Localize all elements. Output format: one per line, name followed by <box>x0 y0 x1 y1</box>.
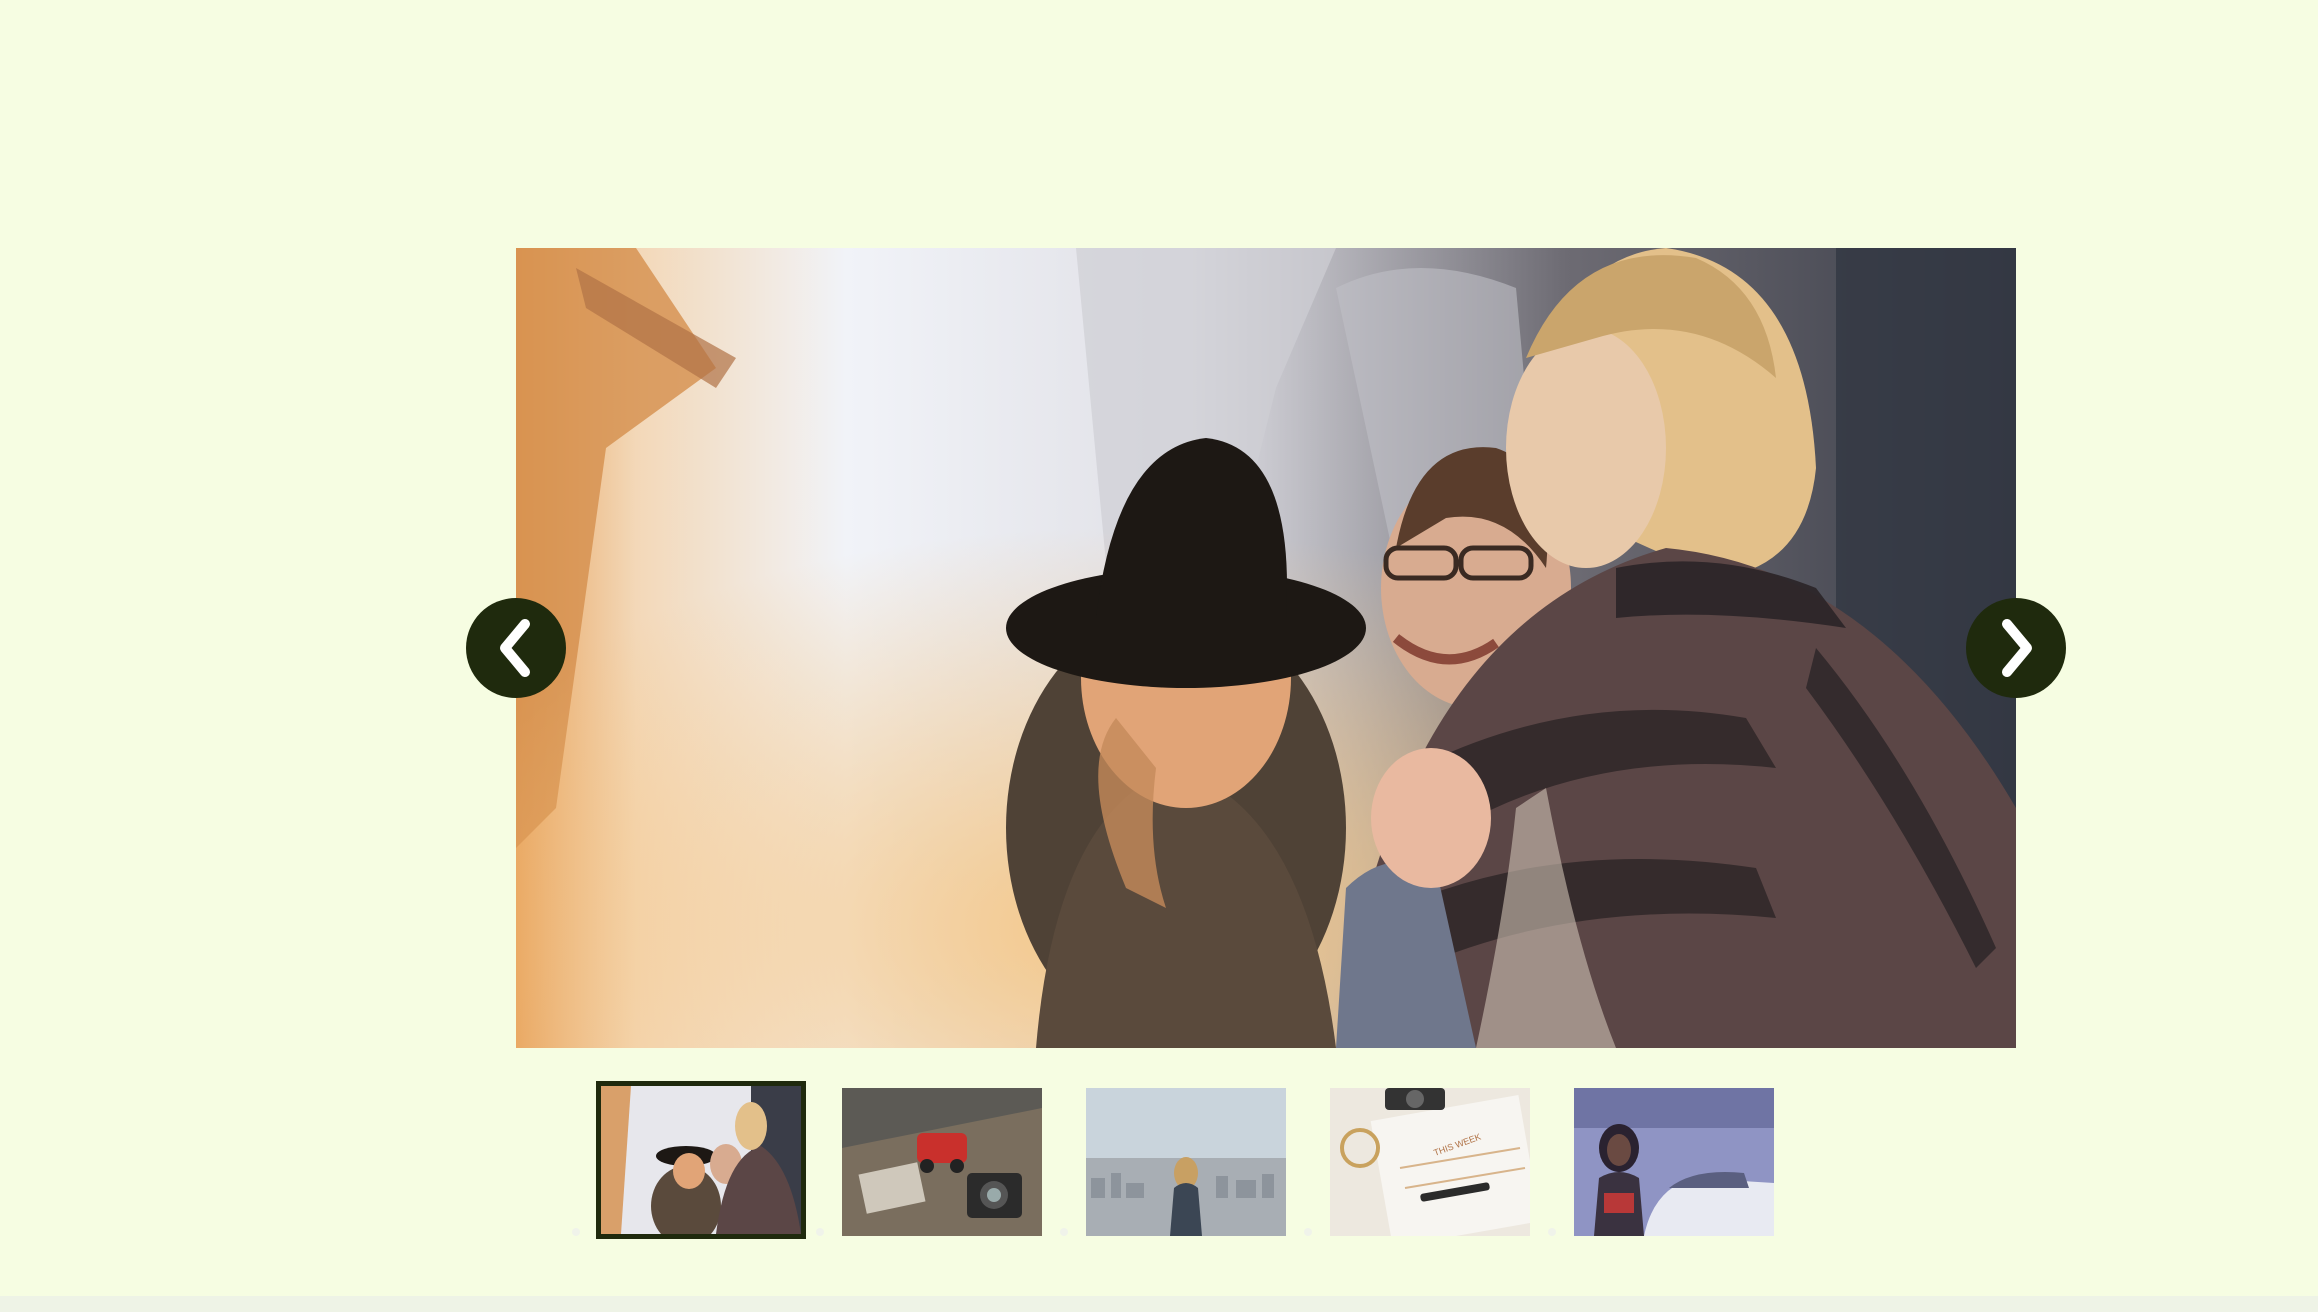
thumbnail-strip: THIS WEEK <box>596 1080 1796 1242</box>
thumb-woman-city-view-image <box>1086 1088 1286 1236</box>
pagination-dot-5[interactable] <box>1548 1228 1556 1236</box>
pagination-dot-4[interactable] <box>1304 1228 1312 1236</box>
thumb-friends-laughing-image <box>601 1086 801 1234</box>
thumbnail-5[interactable] <box>1574 1088 1774 1236</box>
pagination-dot-3[interactable] <box>1060 1228 1068 1236</box>
thumb-planner-desk-image: THIS WEEK <box>1330 1088 1530 1236</box>
page-footer-band <box>0 1296 2318 1312</box>
previous-slide-button[interactable] <box>466 598 566 698</box>
thumbnail-3[interactable] <box>1086 1088 1286 1236</box>
slider-page: THIS WEEK <box>0 0 2318 1312</box>
pagination-dot-1[interactable] <box>572 1228 580 1236</box>
main-slide-image <box>516 248 2016 1048</box>
thumb-toy-car-camera-image <box>842 1088 1042 1236</box>
chevron-right-icon <box>2002 619 2032 677</box>
next-slide-button[interactable] <box>1966 598 2066 698</box>
thumb-woman-parking-image <box>1574 1088 1774 1236</box>
chevron-left-icon <box>500 619 530 677</box>
pagination-dot-2[interactable] <box>816 1228 824 1236</box>
thumbnail-4[interactable]: THIS WEEK <box>1330 1088 1530 1236</box>
thumbnail-2[interactable] <box>842 1088 1042 1236</box>
thumbnail-1[interactable] <box>596 1081 806 1239</box>
